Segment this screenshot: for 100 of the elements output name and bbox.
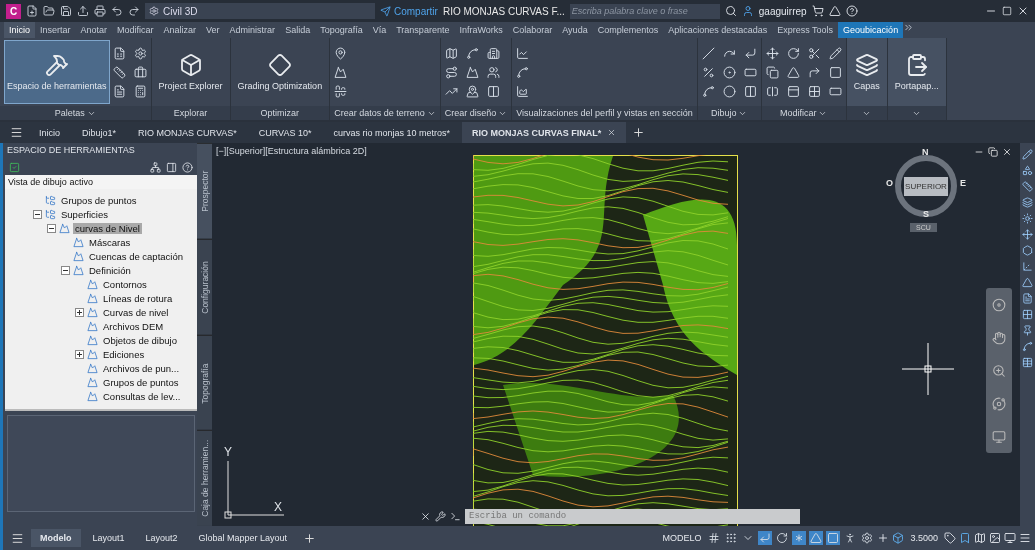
line-icon[interactable] <box>701 46 715 60</box>
wrench-icon[interactable] <box>435 510 446 522</box>
route-icon[interactable] <box>444 65 458 79</box>
restore-icon[interactable] <box>988 147 998 157</box>
collapse-icon[interactable] <box>47 223 56 233</box>
viewcube-face[interactable]: SUPERIOR <box>904 176 948 196</box>
folder-icon[interactable] <box>43 5 55 17</box>
people-icon[interactable] <box>486 65 500 79</box>
tool-icon[interactable] <box>1022 213 1033 224</box>
cube-icon[interactable] <box>892 532 905 544</box>
layout-tab[interactable]: Modelo <box>31 529 81 547</box>
section-icon[interactable] <box>516 84 530 98</box>
scale-value[interactable]: 3.5000 <box>907 533 941 543</box>
printer-icon[interactable] <box>94 5 106 17</box>
undo-icon[interactable] <box>111 5 123 17</box>
ribbon-tab[interactable]: Transparente <box>391 22 455 38</box>
tool-icon[interactable] <box>1022 309 1033 320</box>
tree-item[interactable]: Definición <box>11 263 197 277</box>
tree-item[interactable]: Curvas de nivel <box>11 305 197 319</box>
document-icon[interactable] <box>112 84 126 98</box>
navigation-bar[interactable] <box>986 288 1012 453</box>
share-link[interactable]: Compartir <box>380 5 438 17</box>
ribbon-tab[interactable]: Ayuda <box>557 22 593 38</box>
app-menu-button[interactable]: C <box>6 3 21 19</box>
close-icon[interactable] <box>1017 5 1029 17</box>
orbit-icon[interactable] <box>992 396 1006 411</box>
hatch-icon[interactable] <box>701 65 715 79</box>
tool-icon[interactable] <box>1022 325 1033 336</box>
search-icon[interactable] <box>724 5 737 17</box>
polar-toggle[interactable] <box>775 531 790 545</box>
ribbon-button[interactable]: Espacio de herramientas <box>4 40 110 104</box>
maximize-icon[interactable] <box>1002 6 1012 16</box>
document-tab[interactable]: CURVAS 10* <box>248 122 322 143</box>
ribbon-tab[interactable]: Topografía <box>315 22 368 38</box>
tree-item[interactable]: Contornos <box>11 277 197 291</box>
grid-toggle[interactable] <box>707 531 722 545</box>
expand-icon[interactable] <box>75 307 84 317</box>
ribbon-tab[interactable]: Geoubicación <box>838 22 904 38</box>
plus-icon[interactable] <box>877 532 890 544</box>
zoom-icon[interactable] <box>992 363 1006 378</box>
ribbon-tab[interactable]: Vía <box>367 22 392 38</box>
ribbon-tab[interactable]: Ver <box>201 22 225 38</box>
view-dropdown[interactable]: Vista de dibujo activo <box>5 175 197 189</box>
tool-icon[interactable] <box>1022 357 1033 368</box>
help-icon[interactable] <box>845 5 858 17</box>
tree-item[interactable]: Objetos de dibujo <box>11 333 197 347</box>
tool-icon[interactable] <box>1022 293 1033 304</box>
tree-item[interactable]: Superficies <box>11 207 197 221</box>
parcel-icon[interactable] <box>444 46 458 60</box>
gear-toggle[interactable] <box>860 531 875 545</box>
document-tab[interactable]: curvas rio monjas 10 metros* <box>323 122 460 143</box>
columns-icon[interactable] <box>743 84 757 98</box>
close-icon[interactable] <box>420 510 431 522</box>
document-tab[interactable]: RIO MONJAS CURVAS* <box>128 122 247 143</box>
new-file-icon[interactable] <box>26 5 38 17</box>
panel-icon[interactable] <box>786 84 800 98</box>
customize-icon[interactable] <box>1019 532 1031 544</box>
document-tab[interactable]: Inicio <box>29 122 70 143</box>
layout-tab[interactable]: Global Mapper Layout <box>189 529 297 547</box>
ribbon-tab[interactable]: Express Tools <box>772 22 839 38</box>
toolbox-icon[interactable] <box>133 65 147 79</box>
ribbon-button[interactable]: Grading Optimization <box>234 40 326 104</box>
tree-item[interactable]: Máscaras <box>11 235 197 249</box>
tree-item[interactable]: Consultas de lev... <box>11 389 197 403</box>
spline-icon[interactable] <box>701 84 715 98</box>
ribbon-tab[interactable]: Modificar <box>112 22 159 38</box>
sheet-icon[interactable] <box>112 46 126 60</box>
tool-icon[interactable] <box>1022 181 1033 192</box>
snap-dots-toggle[interactable] <box>724 531 739 545</box>
tool-icon[interactable] <box>1022 245 1033 256</box>
calculator-icon[interactable] <box>133 84 147 98</box>
collapse-icon[interactable] <box>61 265 70 275</box>
pencil-icon[interactable] <box>828 46 842 60</box>
ribbon-tab[interactable]: Insertar <box>35 22 76 38</box>
help-icon[interactable] <box>182 161 193 173</box>
array-icon[interactable] <box>807 84 821 98</box>
fullscreen-icon[interactable] <box>1004 532 1016 544</box>
tool-icon[interactable] <box>1022 229 1033 240</box>
angle-toggle[interactable] <box>809 531 824 545</box>
side-tab[interactable]: Caja de herramien... <box>197 430 212 526</box>
move-icon[interactable] <box>765 46 779 60</box>
menu-icon[interactable] <box>10 126 23 139</box>
menu-icon[interactable] <box>11 531 24 545</box>
save-icon[interactable] <box>60 5 72 17</box>
building-icon[interactable] <box>486 46 500 60</box>
tree-item[interactable]: Archivos de pun... <box>11 361 197 375</box>
ribbon-tab[interactable]: Aplicaciones destacadas <box>663 22 773 38</box>
image-icon[interactable] <box>989 532 1001 544</box>
search-field[interactable]: Escriba palabra clave o frase <box>569 3 720 19</box>
copy-icon[interactable] <box>765 65 779 79</box>
cart-icon[interactable] <box>811 5 824 17</box>
more-tabs-icon[interactable] <box>903 22 915 33</box>
ribbon-tab[interactable]: Salida <box>280 22 316 38</box>
redo-icon[interactable] <box>128 5 140 17</box>
side-tab[interactable]: Topografía <box>197 334 212 431</box>
ruler-icon[interactable] <box>112 65 126 79</box>
layout-tab[interactable]: Layout2 <box>136 529 187 547</box>
user-icon[interactable] <box>741 5 754 17</box>
tree-item[interactable]: Cuencas de captación <box>11 249 197 263</box>
ribbon-tab[interactable]: Administrar <box>224 22 281 38</box>
